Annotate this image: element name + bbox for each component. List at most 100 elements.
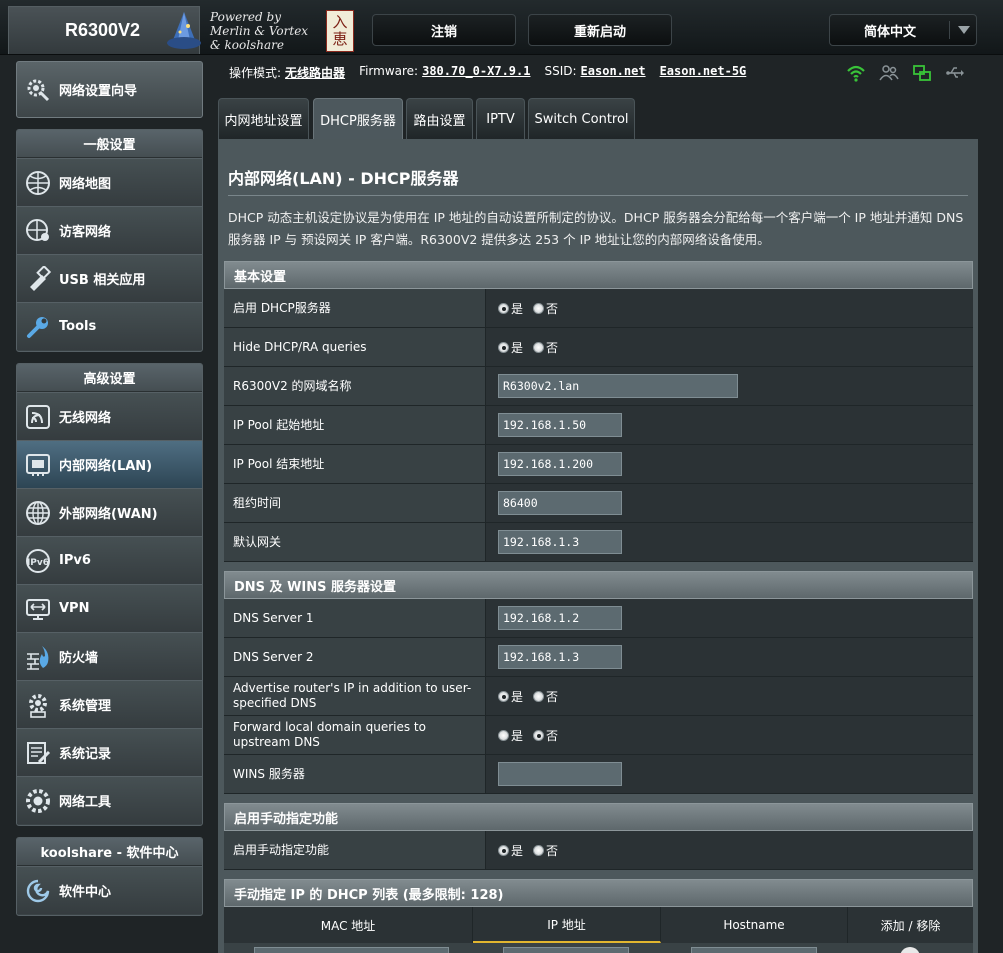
top-banner: R6300V2 Powered by Merlin & Vortex & koo… <box>0 0 1003 55</box>
vpn-icon <box>26 598 50 620</box>
sidebar-item-network-tools[interactable]: 网络工具 <box>17 776 202 824</box>
tab-iptv[interactable]: IPTV <box>476 98 525 140</box>
gateway-row: 默认网关 <box>224 523 973 562</box>
tab-switch-control[interactable]: Switch Control <box>528 98 635 140</box>
forward-local-no-radio[interactable]: 否 <box>533 727 558 744</box>
domain-name-input[interactable] <box>498 374 738 398</box>
general-settings-heading: 一般设置 <box>17 130 202 158</box>
status-icons <box>846 64 965 82</box>
sidebar-item-vpn[interactable]: VPN <box>17 584 202 632</box>
advertise-router-row: Advertise router's IP in addition to use… <box>224 677 973 716</box>
dns1-input[interactable] <box>498 606 622 630</box>
sidebar-item-network-map[interactable]: 网络地图 <box>17 158 202 206</box>
column-add-remove: 添加 / 移除 <box>880 918 941 933</box>
add-entry-icon[interactable] <box>900 947 920 953</box>
enable-dhcp-row: 启用 DHCP服务器 是 否 <box>224 289 973 328</box>
hide-dhcp-no-radio[interactable]: 否 <box>533 339 558 356</box>
hide-dhcp-yes-radio[interactable]: 是 <box>498 339 523 356</box>
language-select[interactable]: 简体中文 <box>829 14 977 46</box>
sidebar-item-software-center[interactable]: 软件中心 <box>17 866 202 914</box>
guest-network-icon <box>26 218 49 241</box>
pool-start-input[interactable] <box>498 413 622 437</box>
wizard-logo-icon <box>167 12 201 49</box>
sidebar-item-wan[interactable]: 外部网络(WAN) <box>17 488 202 536</box>
page-description: DHCP 动态主机设定协议是为使用在 IP 地址的自动设置所制定的协议。DHCP… <box>228 210 964 247</box>
advertise-router-no-radio[interactable]: 否 <box>533 688 558 705</box>
manual-assign-heading: 启用手动指定功能 <box>224 803 973 831</box>
sidebar-item-guest-network[interactable]: 访客网络 <box>17 206 202 254</box>
usb-icon[interactable] <box>945 64 965 82</box>
reboot-button[interactable]: 重新启动 <box>528 14 672 46</box>
tab-lan-ip[interactable]: 内网地址设置 <box>218 98 309 140</box>
hostname-input[interactable] <box>691 947 817 953</box>
title-divider <box>228 195 968 196</box>
wan-globe-icon <box>26 500 50 525</box>
tab-dhcp-server[interactable]: DHCP服务器 <box>313 98 403 140</box>
enable-dhcp-yes-radio[interactable]: 是 <box>498 300 523 317</box>
tab-route[interactable]: 路由设置 <box>406 98 473 140</box>
wins-row: WINS 服务器 <box>224 755 973 794</box>
ip-address-input[interactable] <box>503 947 629 953</box>
firmware-link[interactable]: 380.70_0-X7.9.1 <box>422 64 530 80</box>
status-line: 操作模式: 无线路由器 Firmware: 380.70_0-X7.9.1 SS… <box>229 64 746 80</box>
general-settings-menu: 一般设置 网络地图 访客网络 USB 相关应用 Tools <box>16 129 203 352</box>
network-tools-icon <box>26 788 50 813</box>
forward-local-yes-radio[interactable]: 是 <box>498 727 523 744</box>
network-map-icon[interactable] <box>912 64 932 82</box>
setup-wizard-button[interactable]: 网络设置向导 <box>16 61 203 118</box>
manual-assign-label: 启用手动指定功能 <box>224 831 486 869</box>
lan-icon <box>26 453 50 476</box>
enable-dhcp-no-radio[interactable]: 否 <box>533 300 558 317</box>
koolshare-heading: koolshare - 软件中心 <box>17 838 202 866</box>
column-mac[interactable]: MAC 地址 <box>224 907 473 943</box>
advertise-router-yes-radio[interactable]: 是 <box>498 688 523 705</box>
ssid-2g-link[interactable]: Eason.net <box>581 64 646 80</box>
dns2-row: DNS Server 2 <box>224 638 973 677</box>
domain-name-label: R6300V2 的网域名称 <box>224 367 486 405</box>
pool-end-input[interactable] <box>498 452 622 476</box>
sidebar-item-administration[interactable]: 系统管理 <box>17 680 202 728</box>
basic-settings-heading: 基本设置 <box>224 261 973 289</box>
software-center-icon <box>26 879 50 902</box>
sidebar-item-system-log[interactable]: 系统记录 <box>17 728 202 776</box>
sidebar-item-tools[interactable]: Tools <box>17 302 202 350</box>
seal-stamp: 入 恵 <box>326 10 354 52</box>
dns1-row: DNS Server 1 <box>224 599 973 638</box>
sidebar-item-lan[interactable]: 内部网络(LAN) <box>17 440 202 488</box>
pool-end-label: IP Pool 结束地址 <box>224 445 486 483</box>
manual-assign-row: 启用手动指定功能 是 否 <box>224 831 973 870</box>
logo-line-2: Merlin & Vortex <box>210 24 309 38</box>
dns-wins-heading: DNS 及 WINS 服务器设置 <box>224 571 973 599</box>
sidebar-item-ipv6[interactable]: IPv6 IPv6 <box>17 536 202 584</box>
clients-icon[interactable] <box>879 64 899 82</box>
merlin-logo: Powered by Merlin & Vortex & koolshare 入… <box>162 8 356 54</box>
advertise-router-label: Advertise router's IP in addition to use… <box>224 677 486 715</box>
usb-app-icon <box>30 265 51 291</box>
manual-assign-yes-radio[interactable]: 是 <box>498 842 523 859</box>
sidebar-item-firewall[interactable]: 防火墙 <box>17 632 202 680</box>
enable-dhcp-label: 启用 DHCP服务器 <box>224 289 486 327</box>
mac-select-input[interactable] <box>254 947 449 953</box>
pool-end-row: IP Pool 结束地址 <box>224 445 973 484</box>
column-hostname[interactable]: Hostname <box>661 907 848 943</box>
gateway-input[interactable] <box>498 530 622 554</box>
hide-dhcp-row: Hide DHCP/RA queries 是 否 <box>224 328 973 367</box>
logout-button[interactable]: 注销 <box>372 14 516 46</box>
lease-time-input[interactable] <box>498 491 622 515</box>
ssid-5g-link[interactable]: Eason.net-5G <box>660 64 747 80</box>
dns2-input[interactable] <box>498 645 622 669</box>
dns2-label: DNS Server 2 <box>224 638 486 676</box>
wins-input[interactable] <box>498 762 622 786</box>
firmware-label: Firmware: <box>359 64 419 78</box>
wifi-signal-icon[interactable] <box>846 64 866 82</box>
dhcp-list-heading: 手动指定 IP 的 DHCP 列表 (最多限制: 128) <box>224 879 973 907</box>
advanced-settings-menu: 高级设置 无线网络 内部网络(LAN) 外部网络(WAN) IPv6 IPv6 <box>16 363 203 826</box>
forward-local-label: Forward local domain queries to upstream… <box>224 716 486 754</box>
sidebar-item-usb-app[interactable]: USB 相关应用 <box>17 254 202 302</box>
wireless-icon <box>26 404 50 430</box>
column-ip[interactable]: IP 地址 <box>473 907 661 943</box>
sidebar-item-wireless[interactable]: 无线网络 <box>17 392 202 440</box>
op-mode-link[interactable]: 无线路由器 <box>285 64 345 80</box>
op-mode-label: 操作模式: <box>229 66 282 80</box>
manual-assign-no-radio[interactable]: 否 <box>533 842 558 859</box>
